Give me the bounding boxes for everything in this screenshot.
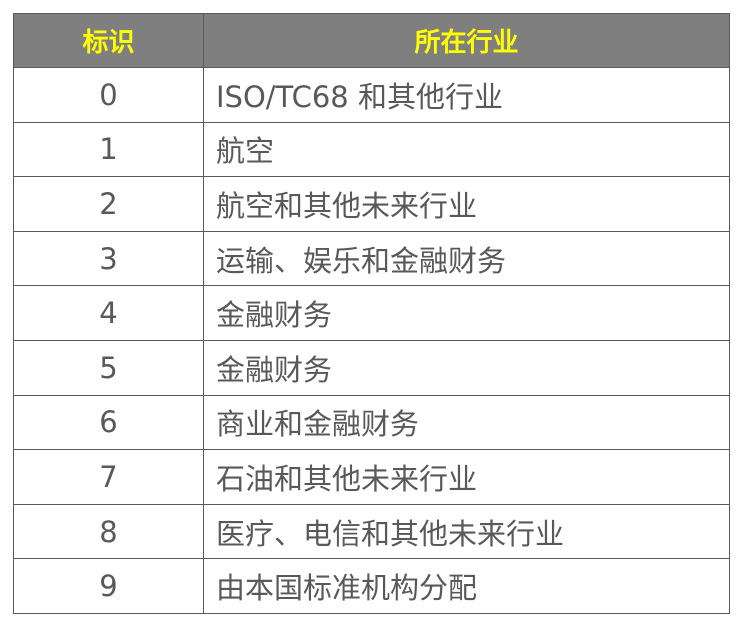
table-row: 6 商业和金融财务 xyxy=(13,394,730,451)
industry-cell: 航空和其他未来行业 xyxy=(203,176,730,232)
table-row: 1 航空 xyxy=(13,121,730,178)
table-header-row: 标识 所在行业 xyxy=(13,13,730,68)
identifier-cell: 0 xyxy=(13,67,204,123)
table-row: 7 石油和其他未来行业 xyxy=(13,449,730,505)
table-row: 2 航空和其他未来行业 xyxy=(13,176,730,232)
table-row: 4 金融财务 xyxy=(13,285,730,341)
identifier-cell: 9 xyxy=(13,558,204,614)
identifier-cell: 5 xyxy=(13,339,204,396)
table-row: 9 由本国标准机构分配 xyxy=(13,558,730,614)
industry-cell: 医疗、电信和其他未来行业 xyxy=(203,503,730,560)
industry-cell: ISO/TC68 和其他行业 xyxy=(203,67,730,123)
identifier-cell: 7 xyxy=(13,449,204,505)
identifier-cell: 1 xyxy=(13,121,204,178)
table-row: 8 医疗、电信和其他未来行业 xyxy=(13,503,730,560)
table-row: 5 金融财务 xyxy=(13,339,730,396)
identifier-cell: 3 xyxy=(13,230,204,287)
industry-cell: 航空 xyxy=(203,121,730,178)
industry-cell: 石油和其他未来行业 xyxy=(203,449,730,505)
header-industry: 所在行业 xyxy=(203,13,730,68)
identifier-cell: 6 xyxy=(13,394,204,451)
identifier-cell: 8 xyxy=(13,503,204,560)
industry-cell: 由本国标准机构分配 xyxy=(203,558,730,614)
header-identifier: 标识 xyxy=(13,13,204,68)
table-row: 0 ISO/TC68 和其他行业 xyxy=(13,67,730,123)
industry-cell: 金融财务 xyxy=(203,285,730,341)
industry-identifier-table: 标识 所在行业 0 ISO/TC68 和其他行业 1 航空 2 航空和其他未来行… xyxy=(13,13,730,614)
industry-identifier-table-container: 标识 所在行业 0 ISO/TC68 和其他行业 1 航空 2 航空和其他未来行… xyxy=(13,13,730,614)
industry-cell: 商业和金融财务 xyxy=(203,394,730,451)
identifier-cell: 4 xyxy=(13,285,204,341)
table-row: 3 运输、娱乐和金融财务 xyxy=(13,230,730,287)
identifier-cell: 2 xyxy=(13,176,204,232)
industry-cell: 金融财务 xyxy=(203,339,730,396)
industry-cell: 运输、娱乐和金融财务 xyxy=(203,230,730,287)
